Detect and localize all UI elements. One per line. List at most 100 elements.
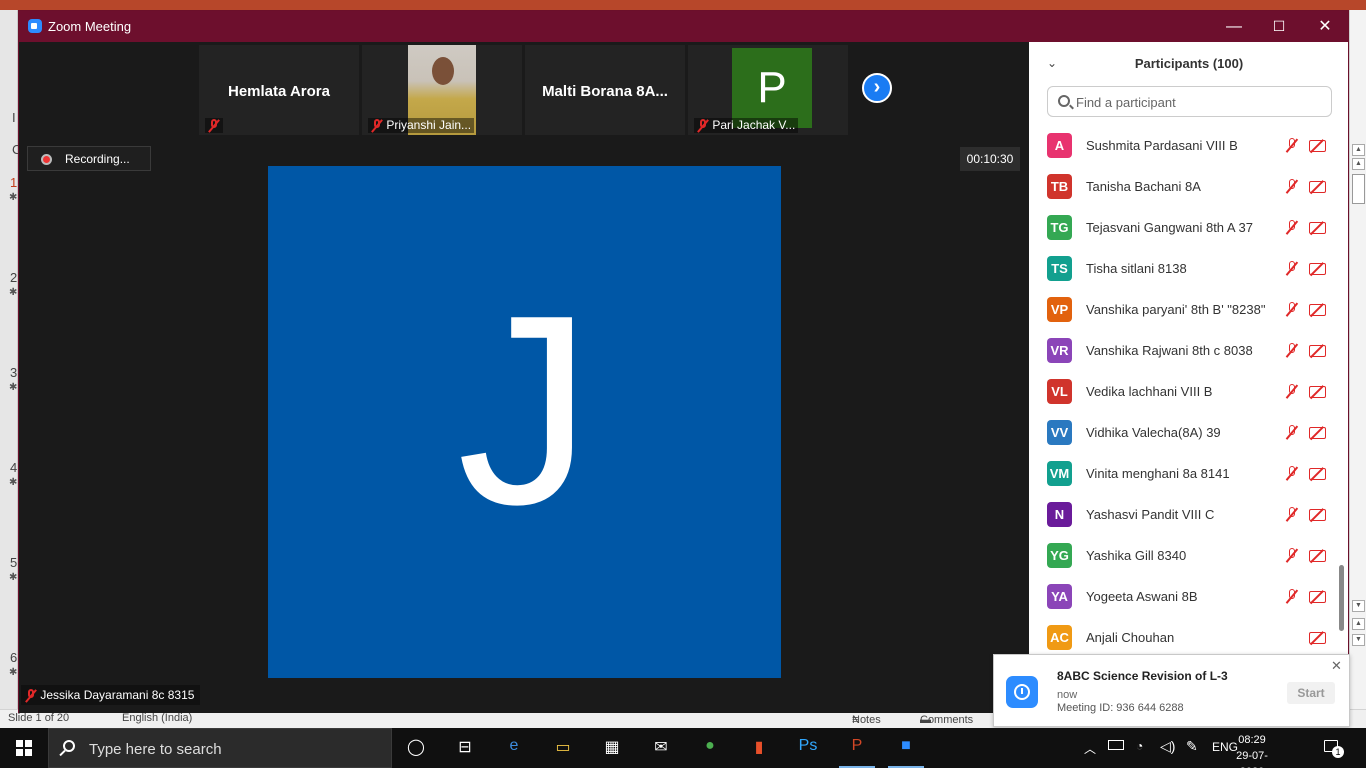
participant-label [205, 118, 223, 133]
participant-row[interactable]: VM Vinita menghani 8a 8141 [1029, 453, 1348, 494]
clock-date: 29-07-2020 [1236, 750, 1268, 768]
participant-row[interactable]: VL Vedika lachhani VIII B [1029, 371, 1348, 412]
language-indicator[interactable]: English (India) [122, 712, 192, 724]
taskbar-edge-button[interactable]: e [490, 728, 538, 768]
taskbar-photoshop-button[interactable]: Ps [784, 728, 832, 768]
video-off-icon[interactable] [1309, 222, 1326, 234]
mic-muted-icon[interactable] [1285, 384, 1299, 400]
scrollbar-thumb[interactable] [1352, 174, 1365, 204]
clock-time: 08:29 [1238, 734, 1266, 746]
mic-muted-icon[interactable] [1285, 261, 1299, 277]
video-tile[interactable]: Malti Borana 8A... [525, 45, 685, 135]
pen-icon[interactable]: ✎ [1186, 738, 1198, 755]
taskbar-chrome-button[interactable]: ● [686, 728, 734, 768]
close-notification-icon[interactable]: ✕ [1331, 658, 1342, 674]
mic-muted-icon[interactable] [1285, 548, 1299, 564]
video-off-icon[interactable] [1309, 304, 1326, 316]
show-hidden-icons-icon[interactable]: ︿ [1084, 740, 1096, 757]
video-off-icon[interactable] [1309, 263, 1326, 275]
mic-muted-icon[interactable] [1285, 302, 1299, 318]
participant-row[interactable]: A Sushmita Pardasani VIII B [1029, 125, 1348, 166]
participant-name: Pari Jachak V... [712, 118, 796, 133]
participant-row[interactable]: VP Vanshika paryani' 8th B' "8238" [1029, 289, 1348, 330]
next-page-button[interactable]: › [862, 73, 892, 103]
mic-muted-icon[interactable] [1285, 507, 1299, 523]
participant-avatar: VR [1047, 338, 1072, 363]
participant-row[interactable]: VV Vidhika Valecha(8A) 39 [1029, 412, 1348, 453]
video-off-icon[interactable] [1309, 550, 1326, 562]
taskbar-office-button[interactable]: ▮ [735, 728, 783, 768]
volume-icon[interactable]: ◁) [1160, 738, 1175, 755]
participant-row[interactable]: TS Tisha sitlani 8138 [1029, 248, 1348, 289]
next-slide-icon[interactable]: ▼ [1352, 634, 1365, 646]
participant-avatar: YA [1047, 584, 1072, 609]
scroll-up-icon[interactable]: ▲ [1352, 144, 1365, 156]
mic-muted-icon[interactable] [1285, 425, 1299, 441]
powerpoint-scrollbar[interactable]: ▲ ▲ ▼ ▲ ▼ [1349, 10, 1366, 710]
video-off-icon[interactable] [1309, 509, 1326, 521]
video-off-icon[interactable] [1309, 468, 1326, 480]
taskbar-powerpoint-button[interactable]: P [833, 728, 881, 768]
taskbar-clock[interactable]: 08:29 29-07-2020 [1224, 732, 1280, 768]
video-off-icon[interactable] [1309, 591, 1326, 603]
start-meeting-button[interactable]: Start [1287, 682, 1335, 704]
participant-row[interactable]: AC Anjali Chouhan [1029, 617, 1348, 654]
participant-row[interactable]: N Yashasvi Pandit VIII C [1029, 494, 1348, 535]
participant-search[interactable] [1047, 86, 1332, 117]
video-off-icon[interactable] [1309, 632, 1326, 644]
participant-row[interactable]: YG Yashika Gill 8340 [1029, 535, 1348, 576]
video-thumbnail-strip: Hemlata Arora Priyanshi Jain... Malti Bo… [19, 42, 1029, 136]
video-off-icon[interactable] [1309, 345, 1326, 357]
taskbar-search[interactable]: Type here to search [48, 728, 392, 768]
slide-number[interactable]: 6 [10, 650, 17, 665]
taskbar-file-explorer-button[interactable]: ▭ [539, 728, 587, 768]
mic-muted-icon[interactable] [1285, 179, 1299, 195]
participant-row[interactable]: YA Yogeeta Aswani 8B [1029, 576, 1348, 617]
scroll-up-icon[interactable]: ▲ [1352, 158, 1365, 170]
participants-panel: ⌄ Participants (100) ASushmita Pardasani… [1029, 42, 1348, 654]
zoom-titlebar: Zoom Meeting — ☐ ✕ [19, 11, 1348, 42]
participant-search-input[interactable] [1076, 92, 1326, 112]
battery-icon[interactable] [1108, 740, 1124, 750]
mic-muted-icon[interactable] [1285, 220, 1299, 236]
start-button[interactable] [0, 728, 48, 768]
recording-indicator[interactable]: Recording... [27, 146, 151, 171]
video-off-icon[interactable] [1309, 140, 1326, 152]
participant-row[interactable]: TG Tejasvani Gangwani 8th A 37 [1029, 207, 1348, 248]
participant-list-scrollbar[interactable] [1339, 125, 1345, 654]
scrollbar-thumb[interactable] [1339, 565, 1344, 631]
maximize-button[interactable]: ☐ [1256, 11, 1302, 42]
participant-name: Vinita menghani 8a 8141 [1086, 466, 1230, 481]
video-off-icon[interactable] [1309, 386, 1326, 398]
slide-number[interactable]: 2 [10, 270, 17, 285]
slide-number[interactable]: 5 [10, 555, 17, 570]
scroll-down-icon[interactable]: ▼ [1352, 600, 1365, 612]
taskbar-mail-button[interactable]: ✉ [637, 728, 685, 768]
video-off-icon[interactable] [1309, 427, 1326, 439]
slide-number[interactable]: 4 [10, 460, 17, 475]
taskbar-store-button[interactable]: ▦ [588, 728, 636, 768]
video-tile[interactable]: P Pari Jachak V... [688, 45, 848, 135]
close-button[interactable]: ✕ [1302, 11, 1348, 42]
minimize-button[interactable]: — [1211, 11, 1257, 42]
slide-number[interactable]: 3 [10, 365, 17, 380]
mic-muted-icon[interactable] [1285, 589, 1299, 605]
mic-muted-icon[interactable] [1285, 466, 1299, 482]
participant-row[interactable]: VR Vanshika Rajwani 8th c 8038 [1029, 330, 1348, 371]
video-tile[interactable]: Priyanshi Jain... [362, 45, 522, 135]
participant-row[interactable]: TB Tanisha Bachani 8A [1029, 166, 1348, 207]
taskbar-zoom-button[interactable]: ■ [882, 728, 930, 768]
taskbar-task-view-button[interactable]: ◯ [392, 728, 440, 768]
video-off-icon[interactable] [1309, 181, 1326, 193]
action-center-button[interactable]: 1 [1322, 738, 1344, 758]
clock-icon [1006, 676, 1038, 708]
participant-name: Hemlata Arora [228, 83, 330, 100]
mic-muted-icon[interactable] [1285, 343, 1299, 359]
prev-slide-icon[interactable]: ▲ [1352, 618, 1365, 630]
video-tile[interactable]: Hemlata Arora [199, 45, 359, 135]
recording-text: Recording... [65, 152, 130, 166]
taskbar-timeline-button[interactable]: ⊟ [441, 728, 489, 768]
network-icon[interactable]: ◔ [1136, 739, 1143, 753]
mic-muted-icon[interactable] [1285, 138, 1299, 154]
slide-number[interactable]: 1 [10, 175, 17, 190]
